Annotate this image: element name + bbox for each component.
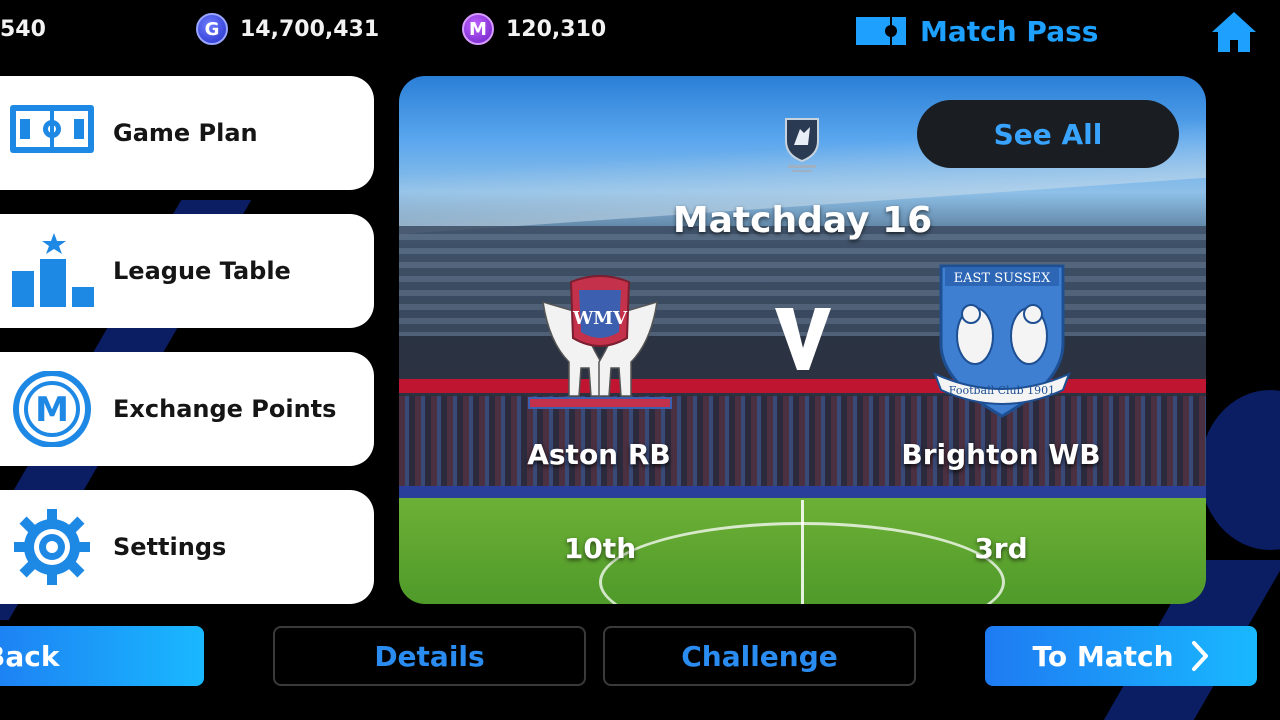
event-points-display: 540 (0, 12, 46, 46)
menu-label: Game Plan (113, 119, 258, 147)
next-match-panel: See All Matchday 16 WMV EAST SUSSEX Foot… (399, 76, 1206, 604)
match-pass-label: Match Pass (920, 14, 1099, 48)
away-crest-bottom-text: Football Club 1901 (949, 384, 1055, 397)
home-team-rank: 10th (563, 532, 637, 565)
challenge-label: Challenge (681, 639, 838, 673)
away-crest-top-text: EAST SUSSEX (954, 271, 1052, 286)
back-label: Back (0, 639, 60, 673)
home-team-crest: WMV (528, 275, 672, 409)
coin-display: M 120,310 (462, 12, 606, 46)
podium-icon (12, 233, 94, 307)
menu-exchange-points[interactable]: M Exchange Points (0, 352, 374, 466)
details-button[interactable]: Details (273, 626, 586, 686)
gp-display: G 14,700,431 (196, 12, 379, 46)
matchday-title: Matchday 16 (672, 200, 933, 241)
menu-game-plan[interactable]: Game Plan (0, 76, 374, 190)
formation-icon (10, 105, 94, 153)
gear-icon (14, 509, 90, 585)
match-pass-icon (856, 17, 906, 45)
back-button[interactable]: Back (0, 626, 204, 686)
see-all-button[interactable]: See All (917, 100, 1179, 168)
home-crest-text: WMV (572, 308, 628, 329)
event-points-value: 540 (0, 16, 46, 42)
menu-settings[interactable]: Settings (0, 490, 374, 604)
menu-label: Settings (113, 533, 227, 561)
points-icon: M (13, 371, 91, 447)
menu-label: Exchange Points (113, 395, 337, 423)
away-team-crest: EAST SUSSEX Football Club 1901 (933, 264, 1071, 418)
gp-amount: 14,700,431 (240, 16, 380, 42)
coin-amount: 120,310 (506, 16, 607, 42)
away-team-rank: 3rd (974, 532, 1028, 565)
menu-label: League Table (113, 257, 291, 285)
pitch-halfway-line (801, 500, 804, 604)
home-team-name: Aston RB (527, 438, 671, 471)
away-team-name: Brighton WB (901, 438, 1101, 471)
match-pass-button[interactable]: Match Pass (856, 12, 1098, 50)
gp-coin-icon: G (196, 13, 228, 45)
background-circle (1200, 390, 1280, 550)
coin-icon: M (462, 13, 494, 45)
league-logo-icon (785, 118, 819, 172)
chevron-right-icon (1191, 641, 1208, 671)
home-icon[interactable] (1210, 10, 1258, 54)
details-label: Details (374, 639, 485, 673)
versus-icon (775, 308, 831, 370)
to-match-label: To Match (1032, 639, 1174, 673)
menu-league-table[interactable]: League Table (0, 214, 374, 328)
svg-text:M: M (35, 390, 69, 430)
to-match-button[interactable]: To Match (985, 626, 1257, 686)
challenge-button[interactable]: Challenge (603, 626, 916, 686)
advertising-board (399, 486, 1206, 498)
